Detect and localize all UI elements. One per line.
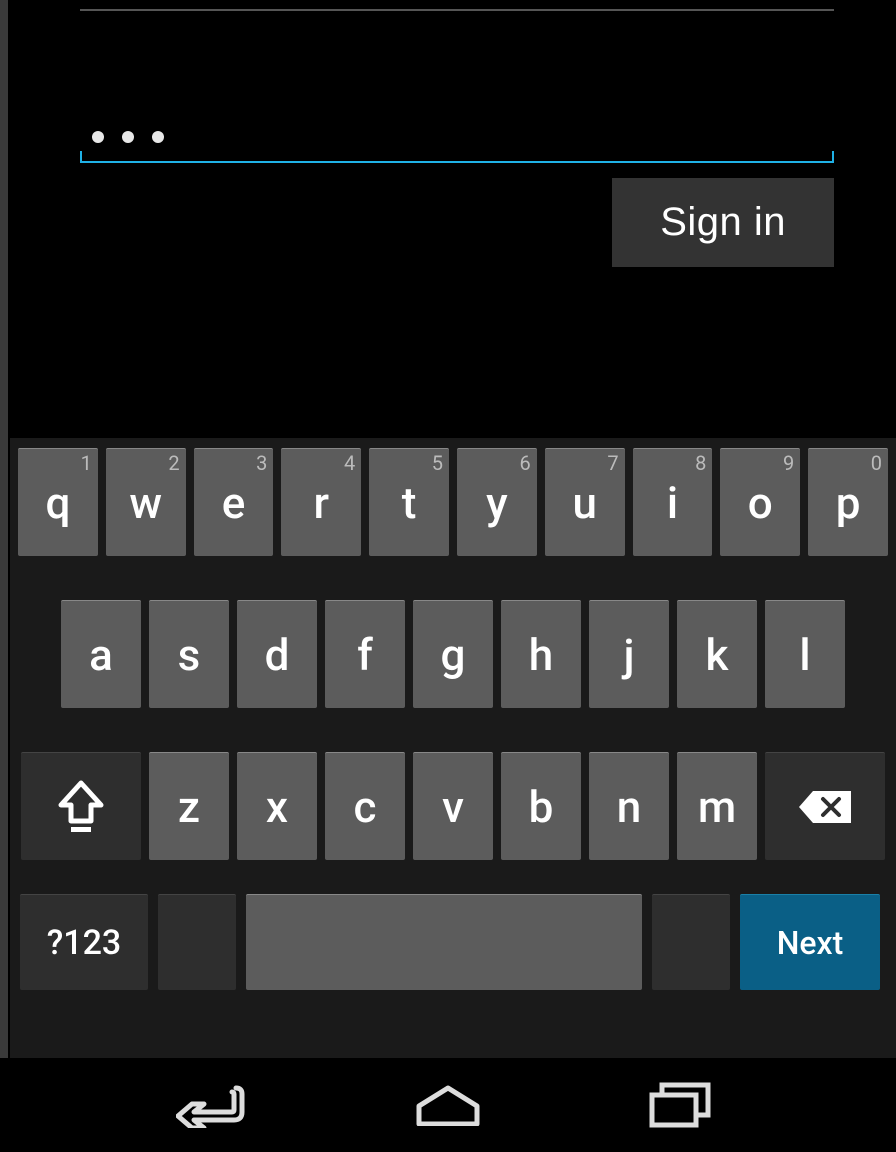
key-m[interactable]: m [677, 752, 757, 860]
screen-edge [0, 0, 8, 1152]
recents-nav-button[interactable] [630, 1075, 730, 1135]
key-p[interactable]: p0 [808, 448, 888, 556]
home-nav-button[interactable] [398, 1075, 498, 1135]
key-sup: 1 [81, 451, 92, 475]
key-sup: 9 [783, 451, 794, 475]
key-shift[interactable] [21, 752, 141, 860]
key-space[interactable] [246, 894, 642, 990]
key-n[interactable]: n [589, 752, 669, 860]
key-backspace[interactable] [765, 752, 885, 860]
key-t[interactable]: t5 [369, 448, 449, 556]
recents-icon [648, 1081, 712, 1129]
key-o[interactable]: o9 [720, 448, 800, 556]
key-g[interactable]: g [413, 600, 493, 708]
key-period[interactable] [652, 894, 730, 990]
key-next[interactable]: Next [740, 894, 880, 990]
key-h[interactable]: h [501, 600, 581, 708]
password-field[interactable] [80, 109, 834, 163]
key-b[interactable]: b [501, 752, 581, 860]
key-a[interactable]: a [61, 600, 141, 708]
key-u[interactable]: u7 [545, 448, 625, 556]
home-icon [413, 1084, 483, 1126]
key-w[interactable]: w2 [106, 448, 186, 556]
key-k[interactable]: k [677, 600, 757, 708]
navigation-bar [0, 1058, 896, 1152]
key-sup: 2 [168, 451, 179, 475]
password-dot [92, 131, 104, 143]
key-d[interactable]: d [237, 600, 317, 708]
key-r[interactable]: r4 [281, 448, 361, 556]
username-field[interactable]: peter.wahlgren [80, 0, 834, 11]
key-sup: 3 [256, 451, 267, 475]
key-q[interactable]: q1 [18, 448, 98, 556]
key-symbols[interactable]: ?123 [20, 894, 148, 990]
key-z[interactable]: z [149, 752, 229, 860]
key-f[interactable]: f [325, 600, 405, 708]
password-dot [152, 131, 164, 143]
backspace-icon [795, 787, 855, 827]
password-dots [80, 117, 834, 149]
key-sup: 0 [871, 451, 882, 475]
login-form: peter.wahlgren [80, 0, 834, 163]
key-s[interactable]: s [149, 600, 229, 708]
key-sup: 7 [607, 451, 618, 475]
keyboard: q1w2e3r4t5y6u7i8o9p0 asdfghjkl zxcvbnm ?… [10, 438, 896, 1058]
password-dot [122, 131, 134, 143]
key-comma[interactable] [158, 894, 236, 990]
key-sup: 4 [344, 451, 355, 475]
key-sup: 8 [695, 451, 706, 475]
key-c[interactable]: c [325, 752, 405, 860]
key-y[interactable]: y6 [457, 448, 537, 556]
key-x[interactable]: x [237, 752, 317, 860]
key-v[interactable]: v [413, 752, 493, 860]
back-nav-button[interactable] [166, 1075, 266, 1135]
key-sup: 5 [432, 451, 443, 475]
key-l[interactable]: l [765, 600, 845, 708]
key-sup: 6 [520, 451, 531, 475]
back-arrow-icon [176, 1082, 256, 1128]
key-e[interactable]: e3 [194, 448, 274, 556]
shift-icon [57, 779, 105, 835]
key-j[interactable]: j [589, 600, 669, 708]
signin-button[interactable]: Sign in [612, 178, 834, 267]
key-i[interactable]: i8 [633, 448, 713, 556]
